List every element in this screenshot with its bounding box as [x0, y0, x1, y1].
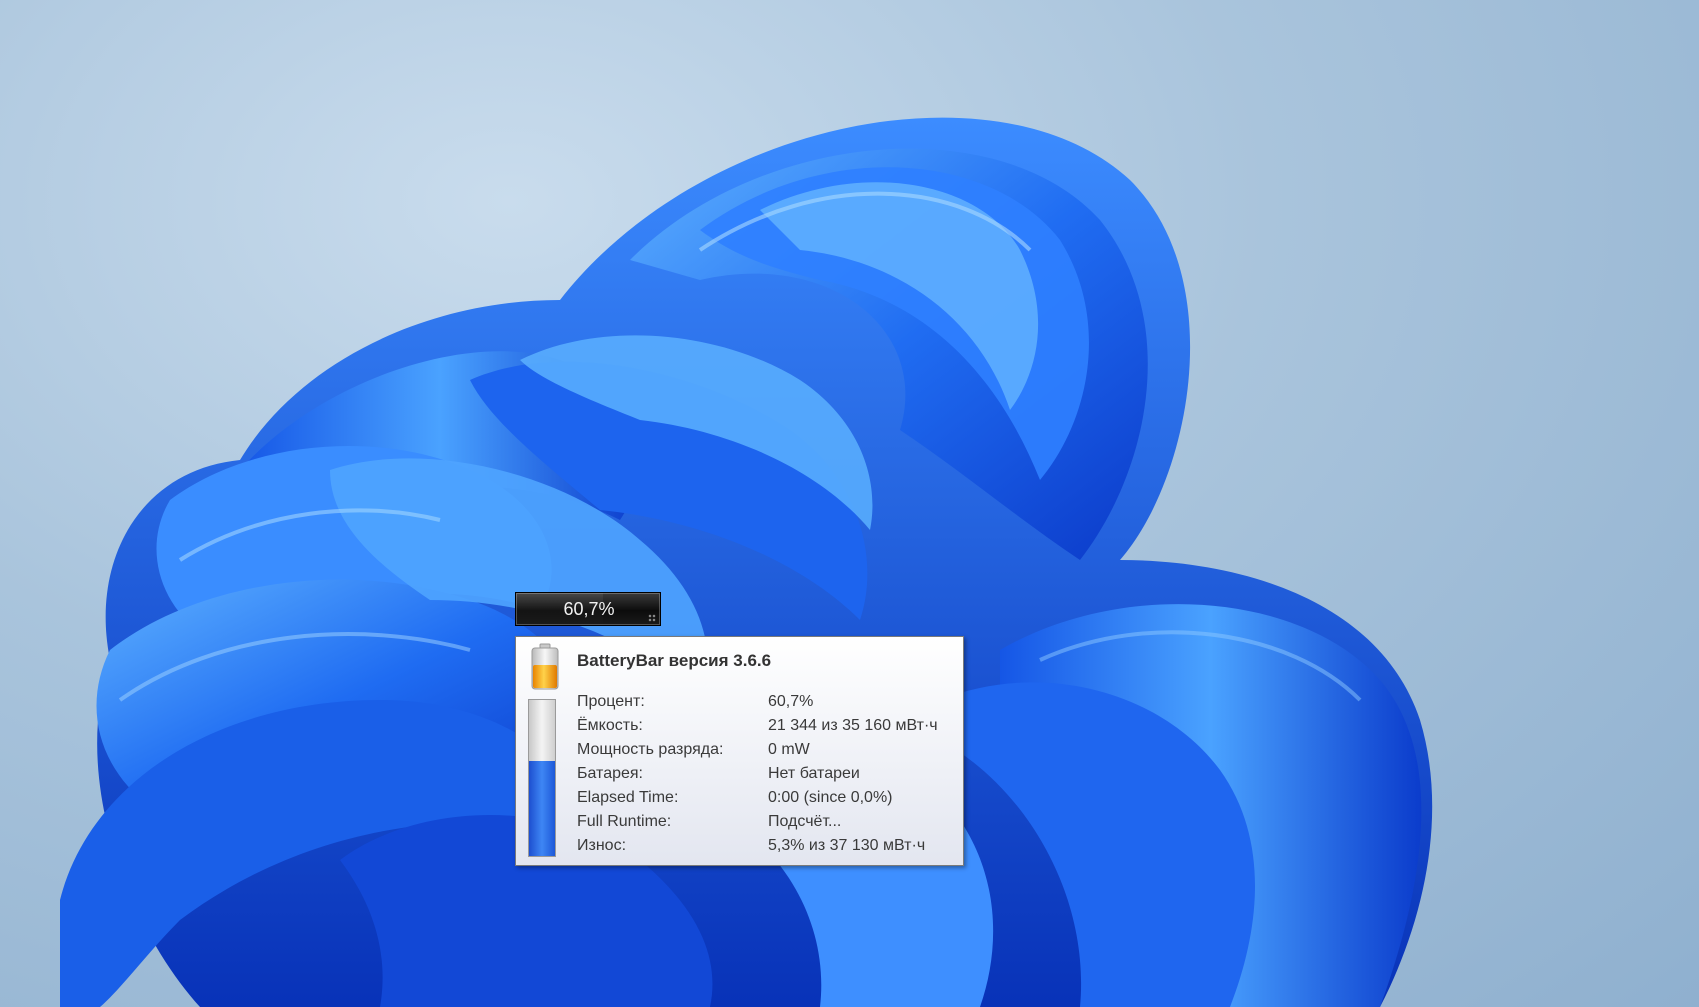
- row-label: Elapsed Time:: [577, 789, 679, 806]
- batterybar-gadget[interactable]: 60,7%: [515, 592, 661, 626]
- batterybar-percent: 60,7%: [563, 599, 615, 619]
- tooltip-info-list: Процент: 60,7% Ёмкость: 21 344 из 35 160…: [577, 690, 957, 858]
- row-value: 21 344 из 35 160 мВт·ч: [768, 717, 938, 734]
- battery-icon: [531, 643, 559, 690]
- row-discharge-power: Мощность разряда: 0 mW: [577, 738, 957, 762]
- row-value: 0:00 (since 0,0%): [768, 789, 893, 806]
- row-label: Ёмкость:: [577, 717, 643, 734]
- battery-level-fill: [529, 761, 555, 856]
- row-value: 5,3% из 37 130 мВт·ч: [768, 837, 926, 854]
- row-value: 0 mW: [768, 741, 810, 758]
- batterybar-tooltip: BatteryBar версия 3.6.6 Процент: 60,7% Ё…: [515, 636, 964, 866]
- row-label: Процент:: [577, 693, 645, 710]
- row-label: Износ:: [577, 837, 627, 854]
- row-value: 60,7%: [768, 693, 814, 710]
- resize-grip-icon[interactable]: [648, 614, 656, 622]
- row-battery: Батарея: Нет батареи: [577, 762, 957, 786]
- row-full-runtime: Full Runtime: Подсчёт...: [577, 810, 957, 834]
- row-label: Батарея:: [577, 765, 643, 782]
- row-elapsed-time: Elapsed Time: 0:00 (since 0,0%): [577, 786, 957, 810]
- row-wear: Износ: 5,3% из 37 130 мВт·ч: [577, 834, 957, 858]
- row-label: Full Runtime:: [577, 813, 672, 830]
- row-value: Подсчёт...: [768, 813, 842, 830]
- battery-level-gauge: [528, 699, 556, 857]
- row-value: Нет батареи: [768, 765, 860, 782]
- row-label: Мощность разряда:: [577, 741, 724, 758]
- tooltip-title: BatteryBar версия 3.6.6: [577, 651, 772, 670]
- row-capacity: Ёмкость: 21 344 из 35 160 мВт·ч: [577, 714, 957, 738]
- row-percent: Процент: 60,7%: [577, 690, 957, 714]
